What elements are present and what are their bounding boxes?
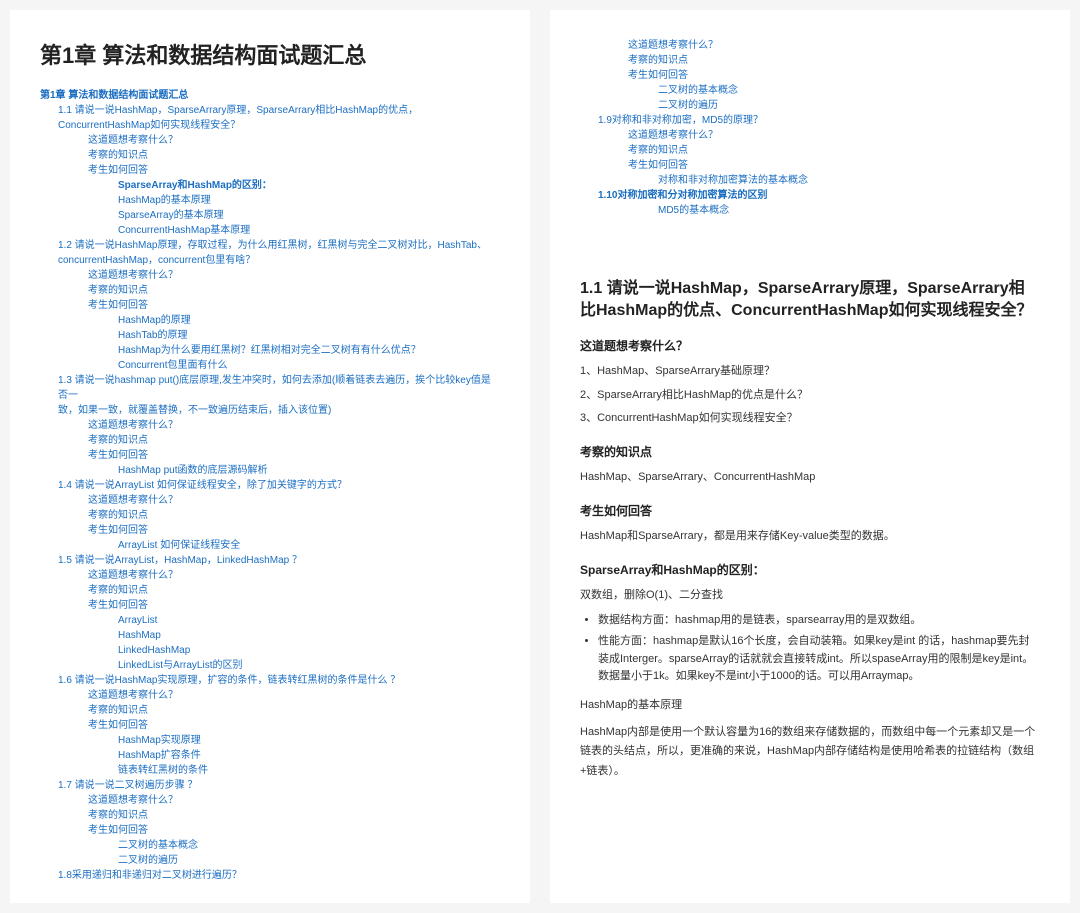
toc-link[interactable]: 1.9对称和非对称加密，MD5的原理？ xyxy=(580,113,1040,128)
toc-link[interactable]: HashMap的原理 xyxy=(40,313,500,328)
toc-link[interactable]: 这道题想考察什么？ xyxy=(40,793,500,808)
toc-link[interactable]: 考生如何回答 xyxy=(40,523,500,538)
toc-link[interactable]: ArrayList xyxy=(40,613,500,628)
toc-link[interactable]: ConcurrentHashMap如何实现线程安全？ xyxy=(40,118,500,133)
toc-link[interactable]: 1.6 请说一说HashMap实现原理，扩容的条件，链表转红黑树的条件是什么 ？ xyxy=(40,673,500,688)
toc-link[interactable]: 对称和非对称加密算法的基本概念 xyxy=(580,173,1040,188)
toc-link[interactable]: 这道题想考察什么？ xyxy=(580,128,1040,143)
toc-link[interactable]: 1.3 请说一说hashmap put()底层原理,发生冲突时，如何去添加(顺着… xyxy=(40,373,500,403)
toc-link[interactable]: SparseArray的基本原理 xyxy=(40,208,500,223)
bullet-2: 性能方面：hashmap是默认16个长度，会自动装箱。如果key是int 的话，… xyxy=(598,633,1040,686)
toc-link[interactable]: 考生如何回答 xyxy=(580,68,1040,83)
toc-link[interactable]: 这道题想考察什么？ xyxy=(40,688,500,703)
toc-link[interactable]: HashMap的基本原理 xyxy=(40,193,500,208)
toc-link[interactable]: HashMap为什么要用红黑树？红黑树相对完全二叉树有有什么优点？ xyxy=(40,343,500,358)
chapter-title: 第1章 算法和数据结构面试题汇总 xyxy=(40,38,500,70)
toc-link[interactable]: HashMap put函数的底层源码解析 xyxy=(40,463,500,478)
toc-link[interactable]: 1.1 请说一说HashMap，SparseArrary原理，SparseArr… xyxy=(40,103,500,118)
toc-link[interactable]: 考察的知识点 xyxy=(580,53,1040,68)
toc-link[interactable]: 考察的知识点 xyxy=(580,143,1040,158)
subheading-diff: SparseArray和HashMap的区别： xyxy=(580,561,1040,578)
toc-link[interactable]: 考察的知识点 xyxy=(40,148,500,163)
subheading-knowledge: 考察的知识点 xyxy=(580,443,1040,460)
toc-link[interactable]: 这道题想考察什么？ xyxy=(580,38,1040,53)
diff-summary: 双数组，删除O(1)、二分查找 xyxy=(580,586,1040,606)
toc-link[interactable]: MD5的基本概念 xyxy=(580,203,1040,218)
toc-link[interactable]: 考察的知识点 xyxy=(40,703,500,718)
toc-link[interactable]: 考察的知识点 xyxy=(40,433,500,448)
toc-link[interactable]: 致，如果一致，就覆盖替换，不一致遍历结束后，插入该位置) xyxy=(40,403,500,418)
toc-link[interactable]: 1.4 请说一说ArrayList 如何保证线程安全，除了加关键字的方式？ xyxy=(40,478,500,493)
question-2: 2、SparseArrary相比HashMap的优点是什么？ xyxy=(580,386,1040,406)
toc-link[interactable]: HashMap xyxy=(40,628,500,643)
toc-link[interactable]: 考生如何回答 xyxy=(40,823,500,838)
toc-link[interactable]: 考生如何回答 xyxy=(40,718,500,733)
toc-link[interactable]: 考察的知识点 xyxy=(40,583,500,598)
toc-link[interactable]: SparseArray和HashMap的区别： xyxy=(40,178,500,193)
page-left: 第1章 算法和数据结构面试题汇总 第1章 算法和数据结构面试题汇总1.1 请说一… xyxy=(10,10,530,903)
toc-link[interactable]: 二叉树的基本概念 xyxy=(40,838,500,853)
subheading-answer: 考生如何回答 xyxy=(580,502,1040,519)
toc-link[interactable]: 1.7 请说一说二叉树遍历步骤 ？ xyxy=(40,778,500,793)
toc-link[interactable]: concurrentHashMap，concurrent包里有啥？ xyxy=(40,253,500,268)
toc-link[interactable]: 考生如何回答 xyxy=(40,163,500,178)
toc-left: 第1章 算法和数据结构面试题汇总1.1 请说一说HashMap，SparseAr… xyxy=(40,88,500,883)
toc-link[interactable]: 这道题想考察什么？ xyxy=(40,418,500,433)
toc-link[interactable]: 1.10对称加密和分对称加密算法的区别 xyxy=(580,188,1040,203)
section-1-1-title: 1.1 请说一说HashMap，SparseArrary原理，SparseArr… xyxy=(580,278,1040,323)
toc-link[interactable]: HashMap扩容条件 xyxy=(40,748,500,763)
toc-link[interactable]: 二叉树的遍历 xyxy=(40,853,500,868)
hashmap-principle-heading: HashMap的基本原理 xyxy=(580,696,1040,715)
toc-link[interactable]: HashMap实现原理 xyxy=(40,733,500,748)
toc-link[interactable]: LinkedList与ArrayList的区别 xyxy=(40,658,500,673)
toc-link[interactable]: 1.2 请说一说HashMap原理，存取过程，为什么用红黑树，红黑树与完全二叉树… xyxy=(40,238,500,253)
diff-bullets: 数据结构方面：hashmap用的是链表，sparsearray用的是双数组。 性… xyxy=(580,612,1040,686)
hashmap-principle-text: HashMap内部是使用一个默认容量为16的数组来存储数据的，而数组中每一个元素… xyxy=(580,723,1040,782)
question-1: 1、HashMap、SparseArrary基础原理？ xyxy=(580,362,1040,382)
subheading-exam-what: 这道题想考察什么？ xyxy=(580,337,1040,354)
toc-link[interactable]: 二叉树的基本概念 xyxy=(580,83,1040,98)
toc-link[interactable]: 二叉树的遍历 xyxy=(580,98,1040,113)
toc-link[interactable]: 1.5 请说一说ArrayList，HashMap，LinkedHashMap … xyxy=(40,553,500,568)
toc-link[interactable]: 考生如何回答 xyxy=(580,158,1040,173)
knowledge-points: HashMap、SparseArrary、ConcurrentHashMap xyxy=(580,468,1040,488)
toc-link[interactable]: 这道题想考察什么？ xyxy=(40,568,500,583)
toc-link[interactable]: 这道题想考察什么？ xyxy=(40,493,500,508)
bullet-1: 数据结构方面：hashmap用的是链表，sparsearray用的是双数组。 xyxy=(598,612,1040,630)
toc-link[interactable]: 考生如何回答 xyxy=(40,598,500,613)
toc-right-continuation: 这道题想考察什么？考察的知识点考生如何回答二叉树的基本概念二叉树的遍历1.9对称… xyxy=(580,38,1040,218)
toc-link[interactable]: ConcurrentHashMap基本原理 xyxy=(40,223,500,238)
toc-link[interactable]: 这道题想考察什么？ xyxy=(40,268,500,283)
page-right: 这道题想考察什么？考察的知识点考生如何回答二叉树的基本概念二叉树的遍历1.9对称… xyxy=(550,10,1070,903)
answer-intro: HashMap和SparseArrary，都是用来存储Key-value类型的数… xyxy=(580,527,1040,547)
toc-link[interactable]: LinkedHashMap xyxy=(40,643,500,658)
toc-link[interactable]: 考察的知识点 xyxy=(40,283,500,298)
toc-link[interactable]: 考生如何回答 xyxy=(40,298,500,313)
toc-link[interactable]: 第1章 算法和数据结构面试题汇总 xyxy=(40,88,500,103)
toc-link[interactable]: 考察的知识点 xyxy=(40,508,500,523)
toc-link[interactable]: Concurrent包里面有什么 xyxy=(40,358,500,373)
toc-link[interactable]: 这道题想考察什么？ xyxy=(40,133,500,148)
toc-link[interactable]: 链表转红黑树的条件 xyxy=(40,763,500,778)
toc-link[interactable]: 考察的知识点 xyxy=(40,808,500,823)
question-3: 3、ConcurrentHashMap如何实现线程安全？ xyxy=(580,409,1040,429)
toc-link[interactable]: 1.8采用递归和非递归对二叉树进行遍历？ xyxy=(40,868,500,883)
toc-link[interactable]: ArrayList 如何保证线程安全 xyxy=(40,538,500,553)
toc-link[interactable]: 考生如何回答 xyxy=(40,448,500,463)
toc-link[interactable]: HashTab的原理 xyxy=(40,328,500,343)
